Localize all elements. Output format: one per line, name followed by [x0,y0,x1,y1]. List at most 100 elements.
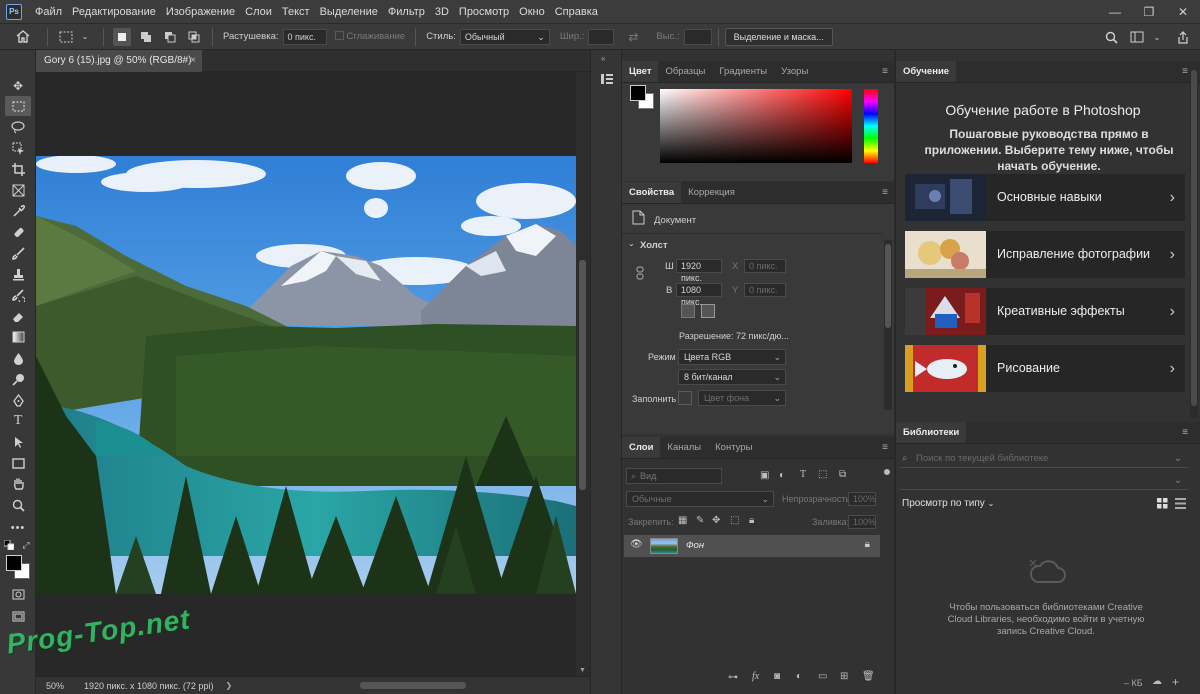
swap-colors-icon[interactable]: ⤢ [20,539,32,551]
minimize-button[interactable]: — [1098,0,1132,24]
workspace-icon[interactable] [1128,28,1146,46]
panel-menu-icon[interactable]: ≡ [882,437,888,459]
tab-properties[interactable]: Свойства [622,182,682,203]
lock-pixels-icon[interactable]: ✎ [696,515,704,526]
layer-filter-search[interactable]: ⌕ Вид [626,468,722,484]
add-element-icon[interactable]: + [1172,675,1179,689]
blur-tool-icon[interactable] [5,348,31,368]
menu-select[interactable]: Выделение [315,0,383,24]
close-tab-icon[interactable]: × [190,50,196,72]
menu-type[interactable]: Текст [277,0,315,24]
eraser-tool-icon[interactable] [5,306,31,326]
new-layer-icon[interactable]: ⊞ [840,671,848,682]
collapse-arrows-icon[interactable]: « [601,54,605,63]
chevron-down-icon[interactable]: ⌄ [1148,28,1166,46]
menu-layers[interactable]: Слои [240,0,277,24]
subtract-selection-icon[interactable] [161,28,179,46]
layer-style-icon[interactable]: fx [752,671,759,682]
lock-artboard-icon[interactable]: ⬚ [730,515,739,526]
horizontal-scrollbar-thumb[interactable] [360,682,466,689]
learn-card-creative-effects[interactable]: Креативные эффекты › [905,288,1185,335]
x-field[interactable]: 0 пикс. [744,259,786,273]
layer-row[interactable]: 👁︎ Фон 🔒︎ [624,535,880,557]
dodge-tool-icon[interactable] [5,369,31,389]
path-selection-tool-icon[interactable] [5,432,31,452]
landscape-orientation-icon[interactable] [701,304,715,318]
lock-transparency-icon[interactable]: ▦ [678,515,687,526]
healing-brush-tool-icon[interactable] [5,222,31,242]
object-selection-tool-icon[interactable] [5,138,31,158]
new-group-icon[interactable]: ▭ [818,671,827,682]
learn-scrollbar[interactable] [1190,64,1198,418]
learn-card-fix-photo[interactable]: Исправление фотографии › [905,231,1185,278]
intersect-selection-icon[interactable] [185,28,203,46]
learn-card-basic-skills[interactable]: Основные навыки › [905,174,1185,221]
tab-layers[interactable]: Слои [622,437,661,458]
new-selection-icon[interactable] [113,27,131,46]
vertical-scrollbar[interactable]: ▼ [576,72,590,676]
close-button[interactable]: ✕ [1166,0,1200,24]
tab-paths[interactable]: Контуры [708,437,759,458]
info-menu-icon[interactable]: ❯ [225,681,232,690]
rectangular-marquee-tool-icon[interactable] [5,96,31,116]
link-icon[interactable] [636,266,644,283]
panel-menu-icon[interactable]: ≡ [1182,61,1188,83]
history-brush-tool-icon[interactable] [5,285,31,305]
zoom-level[interactable]: 50% [36,681,76,691]
hue-slider[interactable] [864,89,878,163]
add-mask-icon[interactable]: ◙ [774,671,780,682]
crop-tool-icon[interactable] [5,159,31,179]
bit-depth-select[interactable]: 8 бит/канал ⌄ [678,369,786,385]
filter-smart-object-icon[interactable]: ⧉ [839,469,846,480]
tab-learn[interactable]: Обучение [896,61,957,82]
panel-menu-icon[interactable]: ≡ [882,182,888,204]
y-field[interactable]: 0 пикс. [744,283,786,297]
lock-position-icon[interactable]: ✥ [712,515,720,526]
more-tools-icon[interactable]: ••• [5,518,31,538]
tab-adjustments[interactable]: Коррекция [681,182,742,203]
learn-card-painting[interactable]: Рисование › [905,345,1185,392]
move-tool-icon[interactable]: ✥ [5,76,31,96]
antialias-checkbox[interactable]: Сглаживание [334,31,405,42]
filter-adjustment-icon[interactable]: ◐ [779,470,785,481]
library-search-input[interactable]: ⌕ Поиск по текущей библиотеке ⌄ [900,450,1188,468]
learn-scrollbar-thumb[interactable] [1191,70,1197,406]
hand-tool-icon[interactable] [5,474,31,494]
clone-stamp-tool-icon[interactable] [5,264,31,284]
color-swatches[interactable] [6,555,32,581]
frame-tool-icon[interactable] [5,180,31,200]
document-canvas[interactable] [36,72,576,676]
chevron-down-icon[interactable]: ⌄ [76,28,94,46]
mode-select[interactable]: Цвета RGB ⌄ [678,349,786,365]
marquee-preset-icon[interactable] [57,28,75,46]
color-picker-field[interactable] [660,89,852,163]
width-input[interactable] [588,28,615,45]
feather-input[interactable]: 0 пикс. [282,28,327,45]
screen-mode-icon[interactable] [5,606,31,626]
view-by-type-dropdown[interactable]: Просмотр по типу ⌄ [902,498,994,509]
menu-image[interactable]: Изображение [161,0,240,24]
link-layers-icon[interactable]: ⊶ [728,672,738,683]
type-tool-icon[interactable]: T [5,411,31,431]
panel-menu-icon[interactable]: ≡ [1182,422,1188,444]
tab-channels[interactable]: Каналы [660,437,708,458]
portrait-orientation-icon[interactable] [681,304,695,318]
delete-layer-icon[interactable]: 🗑︎ [862,671,875,682]
foreground-color-swatch[interactable] [6,555,22,571]
lock-all-icon[interactable]: 🔒︎ [749,515,754,526]
quick-mask-icon[interactable] [5,584,31,604]
opacity-field[interactable]: 100% [848,492,876,506]
chevron-down-icon[interactable]: ⌄ [628,239,635,248]
tab-patterns[interactable]: Узоры [774,61,815,82]
brush-tool-icon[interactable] [5,243,31,263]
tab-swatches[interactable]: Образцы [658,61,712,82]
filter-image-icon[interactable]: ▣ [760,470,769,481]
fill-color-swatch[interactable] [678,391,692,405]
tab-gradients[interactable]: Градиенты [712,61,774,82]
gradient-tool-icon[interactable] [5,327,31,347]
new-adjustment-layer-icon[interactable]: ◐ [796,671,802,682]
mountain-lake-photo[interactable] [36,156,576,594]
eye-icon[interactable]: 👁︎ [630,539,643,550]
blend-mode-select[interactable]: Обычные ⌄ [626,491,774,507]
grid-view-icon[interactable] [1157,498,1168,512]
